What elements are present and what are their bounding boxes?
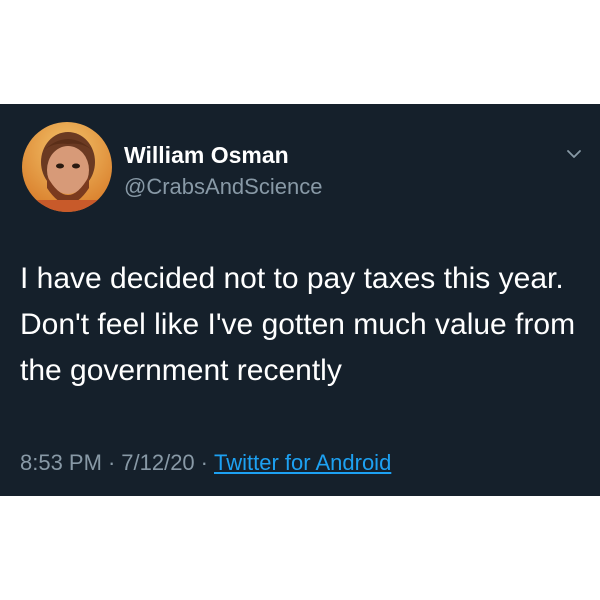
tweet-meta: 8:53 PM · 7/12/20 · Twitter for Android bbox=[20, 450, 391, 476]
avatar[interactable] bbox=[22, 122, 112, 212]
tweet-source-link[interactable]: Twitter for Android bbox=[214, 450, 391, 475]
tweet-text: I have decided not to pay taxes this yea… bbox=[20, 262, 576, 387]
avatar-photo bbox=[22, 122, 112, 212]
meta-separator: · bbox=[107, 450, 116, 475]
tweet-time: 8:53 PM bbox=[20, 450, 102, 475]
meta-separator: · bbox=[200, 450, 208, 475]
tweet-date: 7/12/20 bbox=[121, 450, 195, 475]
tweet-menu-button[interactable] bbox=[562, 142, 586, 166]
display-name[interactable]: William Osman bbox=[124, 142, 289, 169]
chevron-down-icon bbox=[567, 150, 581, 158]
tweet-card: William Osman @CrabsAndScience I have de… bbox=[0, 104, 600, 496]
user-handle[interactable]: @CrabsAndScience bbox=[124, 174, 322, 200]
